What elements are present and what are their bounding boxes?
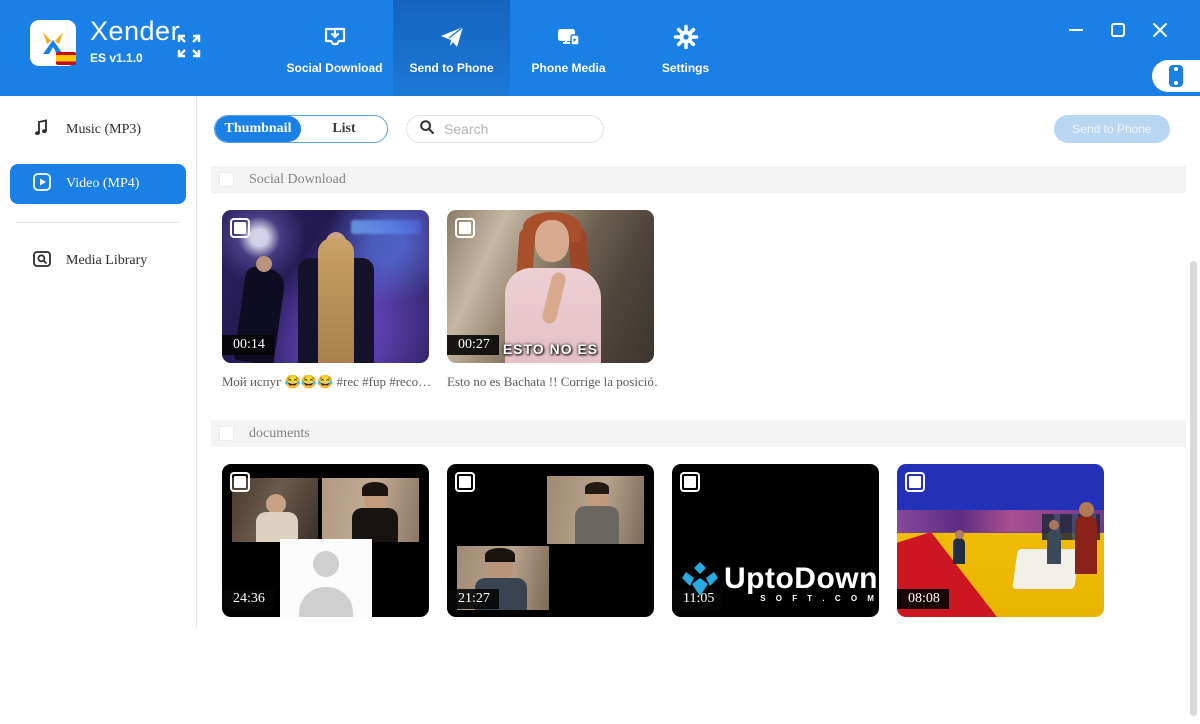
video-checkbox[interactable]	[905, 472, 925, 492]
scene-figure	[1049, 520, 1059, 530]
sidebar: Music (MP3) Video (MP4) Media Library	[0, 96, 197, 628]
tab-label: Settings	[662, 61, 709, 75]
video-play-icon	[32, 172, 52, 197]
video-checkbox[interactable]	[680, 472, 700, 492]
video-thumbnail[interactable]: 00:14	[222, 210, 429, 363]
search-input[interactable]	[444, 121, 584, 137]
tab-label: Phone Media	[531, 61, 605, 75]
phone-media-icon	[555, 22, 583, 52]
scene-figure	[485, 548, 515, 562]
person-icon	[313, 551, 339, 577]
sidebar-item-label: Media Library	[66, 253, 147, 269]
section-checkbox[interactable]	[219, 426, 234, 441]
maximize-icon[interactable]	[1108, 20, 1128, 40]
tab-phone-media[interactable]: Phone Media	[510, 0, 627, 96]
video-caption: Мой испуг 😂😂😂 #rec #fup #reco…	[222, 374, 432, 390]
scene-figure	[585, 482, 609, 494]
watermark-sub: S O F T . C O M	[724, 594, 878, 603]
toggle-thumbnail[interactable]: Thumbnail	[215, 116, 301, 142]
main-content: Thumbnail List Send to Phone Social Down…	[198, 96, 1200, 628]
video-caption: Esto no es Bachata !! Corrige la posició…	[447, 374, 657, 390]
video-duration: 00:27	[447, 335, 499, 355]
sidebar-item-video[interactable]: Video (MP4)	[10, 164, 186, 204]
minimize-icon[interactable]	[1066, 20, 1086, 40]
tab-settings[interactable]: Settings	[627, 0, 744, 96]
gear-icon	[673, 22, 699, 52]
toolbar: Thumbnail List Send to Phone	[198, 115, 1200, 145]
person-icon	[299, 587, 353, 617]
video-duration: 21:27	[447, 589, 499, 609]
scene-figure	[362, 482, 388, 496]
scrollbar-track[interactable]	[1188, 256, 1200, 724]
section-documents: documents	[211, 420, 1186, 447]
spain-flag-icon	[56, 52, 76, 65]
video-checkbox[interactable]	[230, 218, 250, 238]
uptodown-watermark: UptoDown S O F T . C O M	[680, 562, 878, 603]
scrollbar-thumb[interactable]	[1190, 261, 1197, 716]
app-title: Xender	[90, 16, 180, 47]
scene-figure	[256, 256, 272, 272]
video-checkbox[interactable]	[230, 472, 250, 492]
scene-figure	[352, 508, 398, 542]
scene-figure	[1047, 530, 1061, 564]
music-note-icon	[32, 118, 52, 143]
sidebar-divider	[16, 222, 180, 223]
section-title: Social Download	[249, 172, 346, 188]
video-thumbnail[interactable]: 00:27 ESTO NO ES	[447, 210, 654, 363]
search-box[interactable]	[406, 115, 604, 143]
video-checkbox[interactable]	[455, 218, 475, 238]
uptodown-logo-icon	[680, 562, 720, 603]
scene-figure	[318, 258, 354, 363]
scene-decor	[351, 220, 421, 234]
tab-label: Social Download	[286, 61, 382, 75]
video-duration: 00:14	[222, 335, 274, 355]
participant-avatar	[280, 539, 372, 617]
inbox-download-icon	[322, 22, 348, 52]
scene-figure	[535, 220, 569, 262]
connected-phone-button[interactable]	[1152, 60, 1200, 92]
video-thumbnail[interactable]: 21:27	[447, 464, 654, 617]
webcam-frame	[322, 478, 419, 542]
scene-decor	[1012, 549, 1080, 589]
scene-figure	[955, 530, 964, 539]
video-thumbnail[interactable]: 11:05 UptoDown S O F T . C O M	[672, 464, 879, 617]
sidebar-item-media-library[interactable]: Media Library	[10, 241, 186, 281]
app-header: Xender ES v1.1.0 Social Download	[0, 0, 1200, 96]
video-thumbnail[interactable]: 08:08	[897, 464, 1104, 617]
send-to-phone-button[interactable]: Send to Phone	[1054, 115, 1170, 143]
scene-figure	[266, 494, 286, 514]
video-thumbnail[interactable]: 24:36	[222, 464, 429, 617]
sidebar-item-music[interactable]: Music (MP3)	[10, 110, 186, 150]
scene-figure	[575, 506, 619, 544]
video-checkbox[interactable]	[455, 472, 475, 492]
tab-label: Send to Phone	[410, 61, 494, 75]
view-toggle: Thumbnail List	[214, 115, 388, 143]
section-social-download: Social Download	[211, 166, 1186, 193]
video-duration: 08:08	[897, 589, 949, 609]
fullscreen-expand-icon[interactable]	[175, 32, 203, 60]
phone-icon	[1169, 65, 1183, 87]
scene-figure	[953, 538, 965, 564]
section-title: documents	[249, 426, 310, 442]
scene-figure	[1075, 516, 1097, 574]
section-checkbox[interactable]	[219, 172, 234, 187]
tab-social-download[interactable]: Social Download	[276, 0, 393, 96]
paper-plane-icon	[438, 22, 466, 52]
scene-figure	[1079, 502, 1094, 517]
webcam-frame	[547, 476, 644, 544]
video-duration: 24:36	[222, 589, 274, 609]
media-folder-icon	[32, 249, 52, 274]
scene-figure	[256, 512, 298, 542]
search-icon	[419, 119, 435, 140]
window-controls	[1066, 20, 1170, 40]
close-icon[interactable]	[1150, 20, 1170, 40]
header-tabs: Social Download Send to Phone	[276, 0, 744, 96]
watermark-brand: UptoDown	[724, 565, 878, 592]
toggle-list[interactable]: List	[301, 116, 387, 142]
app-brand: Xender ES v1.1.0	[30, 16, 180, 66]
tab-send-to-phone[interactable]: Send to Phone	[393, 0, 510, 96]
sidebar-item-label: Video (MP4)	[66, 176, 139, 192]
app-version: ES v1.1.0	[90, 51, 143, 65]
sidebar-item-label: Music (MP3)	[66, 122, 141, 138]
